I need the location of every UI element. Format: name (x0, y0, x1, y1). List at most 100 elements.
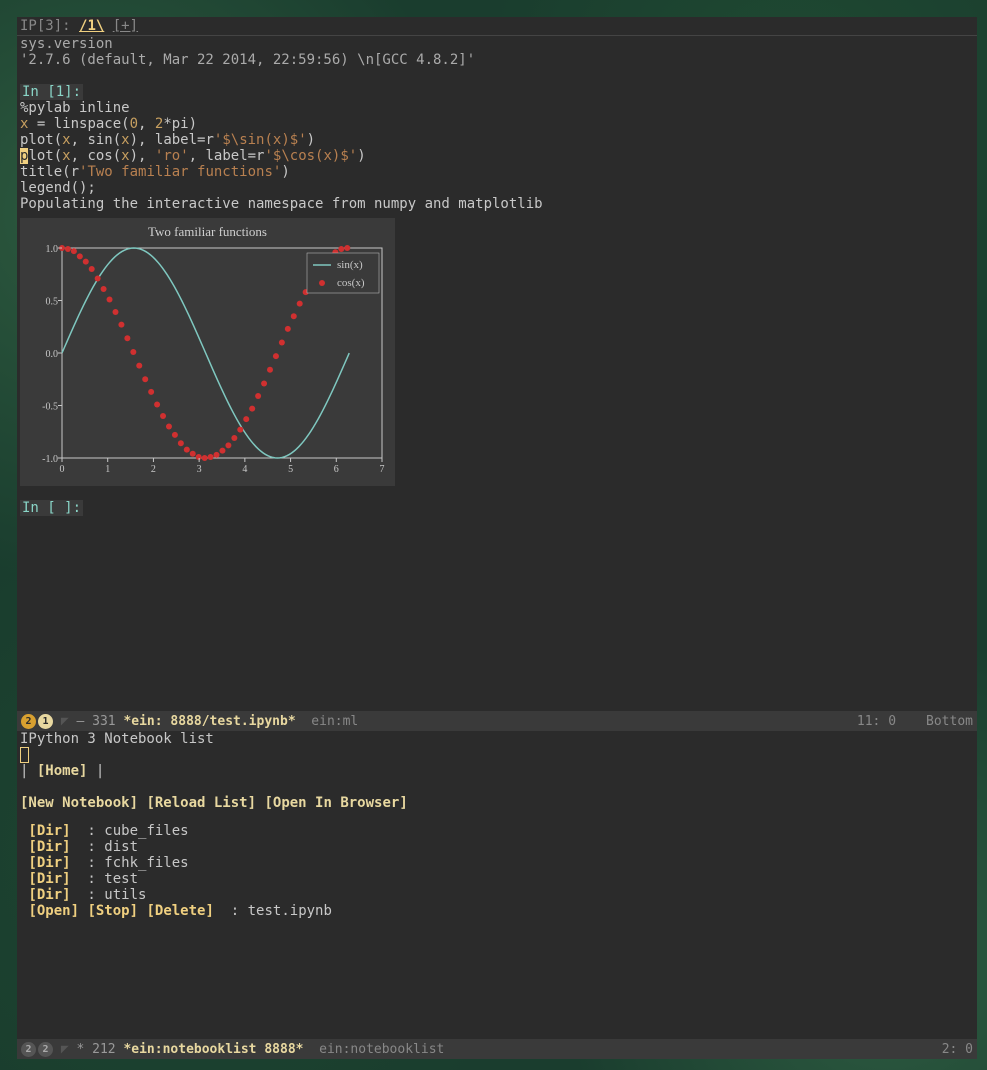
cell-1-code[interactable]: %pylab inline x = linspace(0, 2*pi) plot… (20, 100, 974, 196)
open-link[interactable]: [Open] (28, 903, 79, 919)
home-link[interactable]: [Home] (37, 763, 88, 779)
file-name: test.ipynb (248, 903, 332, 919)
cell-1-header: In [1]: (20, 84, 83, 100)
chevron-icon: ◤ (53, 714, 76, 729)
new-notebook-button[interactable]: [New Notebook] (20, 795, 138, 811)
stop-link[interactable]: [Stop] (87, 903, 138, 919)
directory-row: [Dir] : dist (20, 839, 974, 855)
cos-dot (107, 296, 113, 302)
cos-dot (95, 275, 101, 281)
tab-prefix: IP[3]: (20, 18, 79, 34)
xtick-label: 7 (380, 464, 385, 475)
tab-bar: IP[3]: /1\ [+] (17, 17, 977, 36)
ytick-label: 1.0 (46, 244, 59, 255)
cell-1-output: Populating the interactive namespace fro… (20, 196, 974, 212)
cos-dot (160, 413, 166, 419)
mode-name-2: ein:notebooklist (303, 1042, 444, 1057)
cos-dot (142, 376, 148, 382)
delete-link[interactable]: [Delete] (146, 903, 213, 919)
cos-dot (219, 448, 225, 454)
cos-dot (118, 322, 124, 328)
directory-row: [Dir] : test (20, 871, 974, 887)
cos-dot (124, 335, 130, 341)
xtick-label: 0 (60, 464, 65, 475)
ytick-label: -0.5 (42, 402, 58, 413)
cos-dot (225, 442, 231, 448)
badge-beige: 1 (38, 714, 53, 729)
cos-dot (154, 401, 160, 407)
tab-new-button[interactable]: [+] (113, 18, 138, 34)
cos-dot (101, 286, 107, 292)
badge-amber: 2 (21, 714, 36, 729)
cos-dot (202, 455, 208, 461)
xtick-label: 4 (242, 464, 247, 475)
cos-dot (285, 326, 291, 332)
tab-current[interactable]: /1\ (79, 18, 104, 34)
legend-sin: sin(x) (337, 259, 363, 271)
cos-dot (273, 353, 279, 359)
sys-version-result: '2.7.6 (default, Mar 22 2014, 22:59:56) … (20, 52, 974, 68)
reload-list-button[interactable]: [Reload List] (146, 795, 256, 811)
notebooklist-pane[interactable]: IPython 3 Notebook list | [Home] | [New … (17, 731, 977, 1039)
dir-link[interactable]: [Dir] (20, 887, 71, 903)
cos-dot (166, 424, 172, 430)
dir-name: fchk_files (104, 855, 188, 871)
modeline-upper: 21 ◤ – 331 *ein: 8888/test.ipynb* ein:ml… (17, 711, 977, 731)
cos-dot (89, 266, 95, 272)
cos-dot (148, 389, 154, 395)
dir-link[interactable]: [Dir] (20, 839, 71, 855)
scroll-position: Bottom (926, 714, 973, 729)
cos-dot (279, 340, 285, 346)
sys-version-call: sys.version (20, 36, 974, 52)
cursor-position-2: 2: 0 (942, 1042, 973, 1057)
sin-line (62, 248, 349, 458)
open-in-browser-button[interactable]: [Open In Browser] (264, 795, 407, 811)
cos-dot (190, 451, 196, 457)
cos-dot (77, 253, 83, 259)
cos-dot (112, 309, 118, 315)
cos-dot (237, 427, 243, 433)
dir-name: cube_files (104, 823, 188, 839)
cos-dot (214, 452, 220, 458)
xtick-label: 2 (151, 464, 156, 475)
chart-title: Two familiar functions (20, 218, 395, 240)
cos-dot (208, 454, 214, 460)
xtick-label: 3 (197, 464, 202, 475)
cos-dot (249, 406, 255, 412)
directory-list: [Dir] : cube_files [Dir] : dist [Dir] : … (20, 823, 974, 919)
chevron-icon: ◤ (53, 1042, 76, 1057)
dir-link[interactable]: [Dir] (20, 871, 71, 887)
directory-row: [Dir] : fchk_files (20, 855, 974, 871)
dir-name: test (104, 871, 138, 887)
badge-dark: 2 (21, 1042, 36, 1057)
cos-dot (261, 380, 267, 386)
cos-dot (255, 393, 261, 399)
chart-svg: sin(x)cos(x) -1.0-0.50.00.51.0 01234567 (20, 240, 395, 488)
dir-link[interactable]: [Dir] (20, 823, 71, 839)
dir-name: utils (104, 887, 146, 903)
ytick-label: 0.0 (46, 349, 59, 360)
ytick-label: -1.0 (42, 454, 58, 465)
directory-row: [Dir] : utils (20, 887, 974, 903)
dir-link[interactable]: [Dir] (20, 855, 71, 871)
cos-dot (338, 246, 344, 252)
modeline-lower: 22 ◤ * 212 *ein:notebooklist 8888* ein:n… (17, 1039, 977, 1059)
cos-dot (243, 416, 249, 422)
cos-dot (83, 259, 89, 265)
ytick-label: 0.5 (46, 297, 59, 308)
cos-dot (172, 432, 178, 438)
cos-dot (291, 313, 297, 319)
notebooklist-title: IPython 3 Notebook list (20, 731, 974, 747)
cos-dot (231, 435, 237, 441)
notebook-pane[interactable]: sys.version '2.7.6 (default, Mar 22 2014… (17, 36, 977, 711)
cos-dot (267, 367, 273, 373)
buffer-name-2: *ein:notebooklist 8888* (123, 1042, 303, 1057)
cos-dot (297, 301, 303, 307)
xtick-label: 6 (334, 464, 339, 475)
buffer-name: *ein: 8888/test.ipynb* (123, 714, 295, 729)
cursor-position: 11: 0 (857, 714, 896, 729)
cos-dot (130, 349, 136, 355)
legend-cos: cos(x) (337, 277, 365, 289)
cell-empty-header: In [ ]: (20, 500, 83, 516)
notebooklist-cursor (20, 747, 29, 763)
